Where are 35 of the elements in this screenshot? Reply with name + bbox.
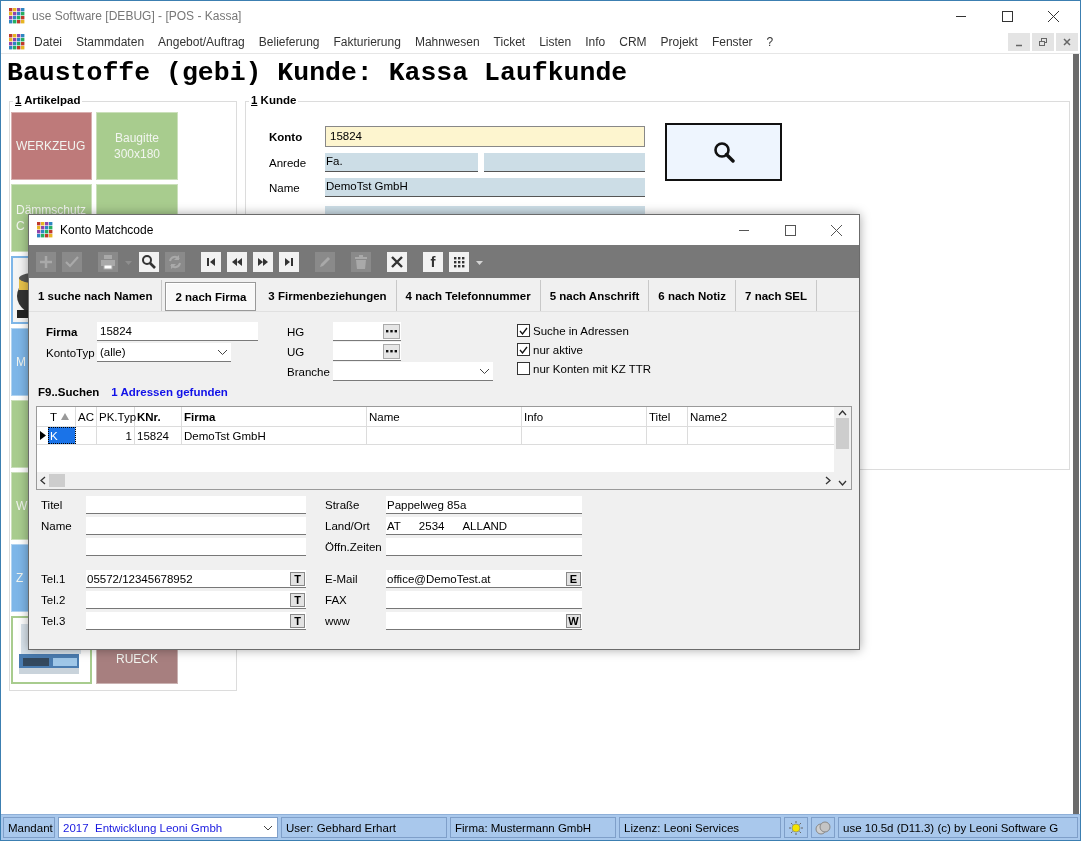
group-title: 1 Artikelpad	[13, 94, 83, 106]
field-label: Tel.3	[41, 615, 67, 627]
status-text: use 10.5d (D11.3) (c) by Leoni Software G	[838, 817, 1078, 838]
field-label: Land/Ort	[325, 520, 371, 532]
field-label: UG	[287, 345, 306, 358]
field-label: Tel.1	[41, 573, 67, 585]
table-cell: 1	[97, 427, 135, 444]
result-count: 1 Adressen gefunden	[111, 386, 228, 398]
page-heading: Baustoffe (gebi) Kunde: Kassa Laufkunde	[7, 58, 628, 88]
status-text: Firma: Mustermann GmbH	[450, 817, 616, 838]
field-label: Konto	[269, 130, 304, 143]
status-text: User: Gebhard Erhart	[281, 817, 447, 838]
dialog-title: Konto Matchcode	[60, 223, 155, 237]
field-label: www	[325, 615, 351, 627]
group-title: 1 Kunde	[249, 94, 299, 106]
field-label: Straße	[325, 499, 361, 511]
field-label: Branche	[287, 365, 331, 378]
table-cell: 15824	[135, 427, 182, 444]
field-label: Name	[41, 520, 73, 532]
field-label: Firma	[46, 325, 79, 338]
field-label: HG	[287, 325, 306, 338]
table-cell: DemoTst GmbH	[182, 427, 367, 444]
field-label: E-Mail	[325, 573, 359, 585]
field-label: Öffn.Zeiten	[325, 541, 383, 553]
field-label: Name	[269, 181, 301, 194]
field-label: Tel.2	[41, 594, 67, 606]
table-cell: K	[48, 427, 76, 444]
status-text: Mandant	[3, 817, 55, 838]
hint-text: F9..Suchen	[38, 386, 100, 398]
field-label: Titel	[41, 499, 64, 511]
field-label: Anrede	[269, 156, 308, 169]
window-title: use Software [DEBUG] - [POS - Kassa]	[32, 9, 243, 23]
field-label: FAX	[325, 594, 348, 606]
field-label: KontoTyp	[46, 346, 96, 359]
status-text: Lizenz: Leoni Services	[619, 817, 781, 838]
